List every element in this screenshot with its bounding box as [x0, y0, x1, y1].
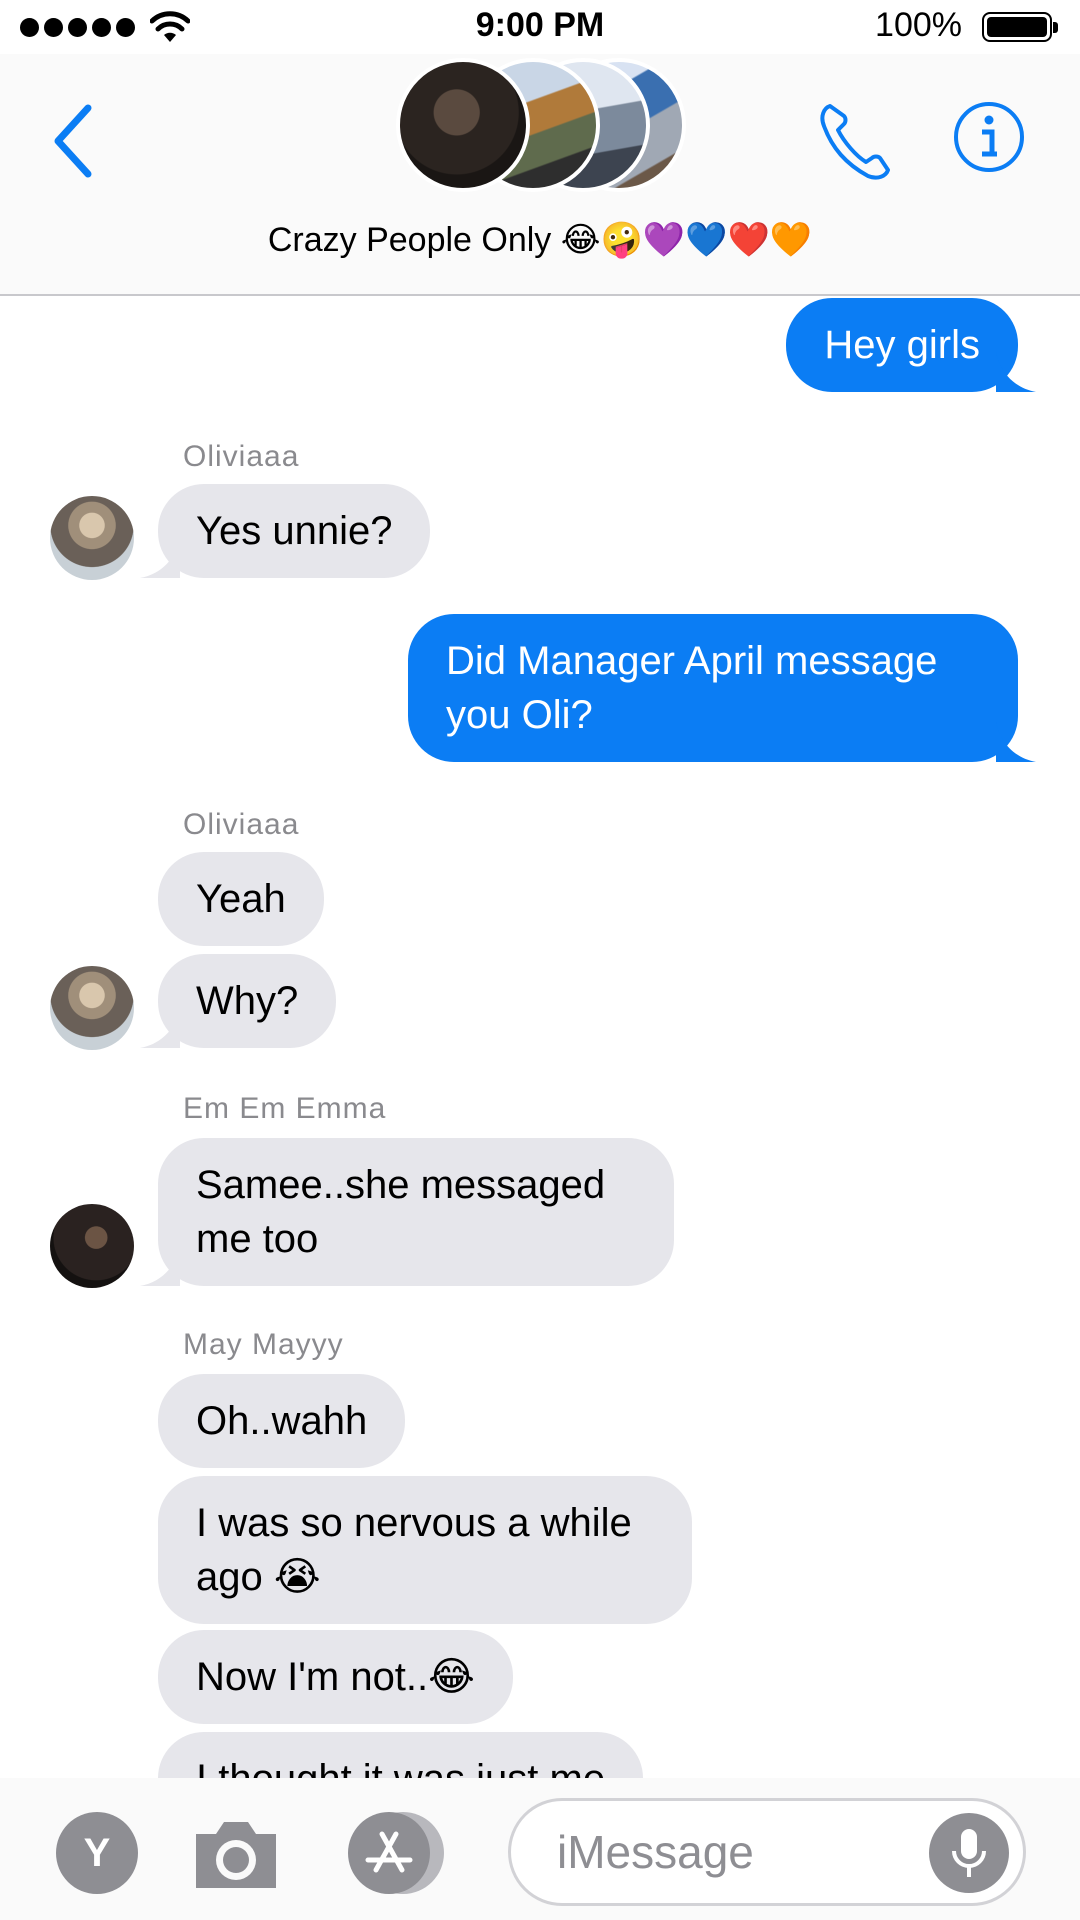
message-line: ago 😭 — [196, 1555, 321, 1599]
sender-name: Em Em Emma — [183, 1092, 387, 1125]
message-line: Samee..she messaged — [196, 1163, 606, 1207]
battery-percentage: 100% — [875, 6, 962, 44]
compose-bar: Y iMessage — [0, 1778, 1080, 1920]
incoming-message[interactable]: I thought it was just me — [158, 1732, 644, 1778]
microphone-icon[interactable] — [929, 1813, 1009, 1893]
battery-nub — [1053, 22, 1058, 33]
incoming-message[interactable]: Why? — [158, 954, 337, 1048]
group-name[interactable]: Crazy People Only 😂🤪💜💙❤️🧡 — [0, 220, 1080, 260]
conversation-header: Crazy People Only 😂🤪💜💙❤️🧡 — [0, 54, 1080, 296]
incoming-message[interactable]: Oh..wahh — [158, 1374, 406, 1468]
sender-name: Oliviaaa — [183, 440, 300, 473]
app-store-icon[interactable] — [348, 1812, 430, 1894]
message-input-placeholder: iMessage — [557, 1826, 754, 1878]
sender-name: Oliviaaa — [183, 808, 300, 841]
app-drawer-button[interactable]: Y — [56, 1812, 138, 1894]
camera-icon[interactable] — [190, 1814, 282, 1894]
info-icon[interactable] — [952, 100, 1026, 174]
sender-avatar[interactable] — [50, 1204, 134, 1288]
message-line: I was so nervous a while — [196, 1501, 632, 1545]
message-line: Did Manager April message — [446, 639, 938, 683]
incoming-message[interactable]: Yeah — [158, 852, 324, 946]
status-bar: 9:00 PM 100% — [0, 0, 1080, 54]
outgoing-message[interactable]: Hey girls — [786, 298, 1018, 392]
battery-icon — [982, 12, 1052, 42]
group-avatar-stack[interactable] — [396, 58, 686, 198]
incoming-message[interactable]: Samee..she messaged me too — [158, 1138, 674, 1286]
message-line: me too — [196, 1217, 319, 1261]
group-member-avatar — [396, 58, 530, 192]
chevron-left-icon[interactable] — [44, 96, 104, 186]
sender-avatar[interactable] — [50, 966, 134, 1050]
phone-icon[interactable] — [816, 96, 896, 186]
message-input[interactable]: iMessage — [508, 1798, 1026, 1906]
outgoing-message[interactable]: Did Manager April message you Oli? — [408, 614, 1018, 762]
message-thread[interactable]: Hey girls Oliviaaa Yes unnie? Did Manage… — [0, 296, 1080, 1778]
sender-avatar[interactable] — [50, 496, 134, 580]
sender-name: May Mayyy — [183, 1328, 344, 1361]
message-line: you Oli? — [446, 693, 593, 737]
incoming-message[interactable]: I was so nervous a while ago 😭 — [158, 1476, 692, 1624]
incoming-message[interactable]: Now I'm not..😂 — [158, 1630, 513, 1724]
incoming-message[interactable]: Yes unnie? — [158, 484, 431, 578]
